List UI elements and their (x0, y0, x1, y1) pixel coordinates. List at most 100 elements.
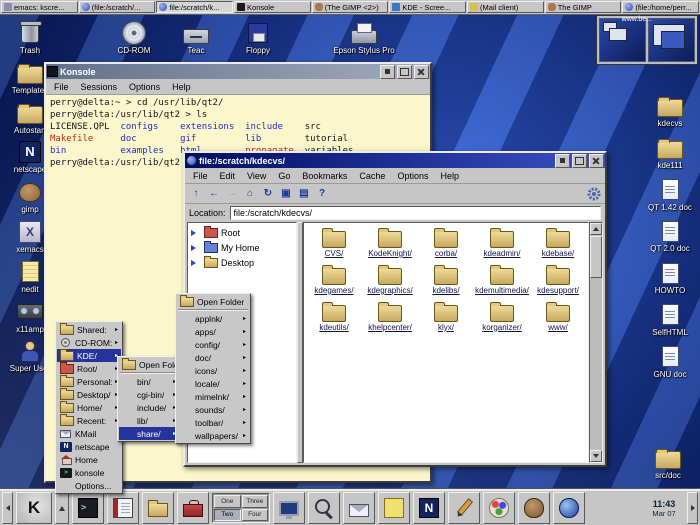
menu-item-toolbar[interactable]: toolbar/▸ (177, 416, 249, 429)
desktop-icon-qt-1-42-doc[interactable]: QT 1.42 doc (642, 178, 698, 213)
folder-www[interactable]: www/ (530, 305, 586, 333)
panel-hide-left-button[interactable] (2, 492, 13, 524)
menu-item-wallpapers[interactable]: wallpapers/▸ (177, 429, 249, 442)
taskbar-button-file-home-perr[interactable]: (file:/home/perr... (622, 1, 699, 13)
menu-item-locale[interactable]: locale/▸ (177, 377, 249, 390)
vertical-scrollbar[interactable] (589, 222, 603, 463)
menu-item-cd-rom[interactable]: CD-ROM:▸ (57, 336, 121, 349)
folder-kdelibs[interactable]: kdelibs/ (418, 268, 474, 296)
netscape-button[interactable] (413, 492, 445, 524)
menu-item-personal[interactable]: Personal:▸ (57, 375, 121, 388)
desktop-icon-howto[interactable]: HOWTO (642, 261, 698, 296)
menu-item-sounds[interactable]: sounds/▸ (177, 403, 249, 416)
menu-item-applnk[interactable]: applnk/▸ (177, 312, 249, 325)
pager-desktop-one[interactable]: One (214, 495, 241, 508)
konqueror-titlebar[interactable]: file:/scratch/kdecvs/ (185, 153, 605, 168)
display-button[interactable] (273, 492, 305, 524)
up-button[interactable]: ↑ (188, 186, 204, 201)
tree-item-my-home[interactable]: My Home (189, 240, 295, 255)
desktop-icon-selfhtml[interactable]: SelfHTML (642, 303, 698, 338)
help-button[interactable]: ? (314, 186, 330, 201)
konqueror-menu-bookmarks[interactable]: Bookmarks (296, 170, 353, 182)
folder-kdesupport[interactable]: kdesupport/ (530, 268, 586, 296)
menu-item-doc[interactable]: doc/▸ (177, 351, 249, 364)
konqueror-menu-edit[interactable]: Edit (214, 170, 242, 182)
desktop-icon-teac[interactable]: Teac (168, 21, 224, 56)
menu-item-konsole[interactable]: konsole (57, 466, 121, 479)
taskbar-button-file-scratch[interactable]: (file:/scratch/... (79, 1, 156, 13)
menu-item-cgi-bin[interactable]: cgi-bin/▸ (119, 388, 179, 401)
konsole-button[interactable] (72, 492, 104, 524)
scroll-down-button[interactable] (590, 450, 602, 462)
folder-kodeknight[interactable]: KodeKnight/ (362, 231, 418, 259)
taskbar-button-the-gimp[interactable]: The GIMP (545, 1, 622, 13)
taskbar-button-file-scratch-k[interactable]: file:/scratch/k... (156, 1, 233, 13)
folder-klyx[interactable]: klyx/ (418, 305, 474, 333)
konqueror-menu-cache[interactable]: Cache (353, 170, 391, 182)
desktop-icon-cd-rom[interactable]: CD-ROM (106, 21, 162, 56)
pager-desktop-two[interactable]: Two (214, 509, 241, 522)
knotes-button[interactable] (378, 492, 410, 524)
konqueror-menu-go[interactable]: Go (272, 170, 296, 182)
close-button[interactable] (414, 65, 429, 79)
konqueror-menu-options[interactable]: Options (391, 170, 434, 182)
menu-item-kde[interactable]: KDE/▸ (57, 349, 121, 362)
scrollbar-thumb[interactable] (590, 236, 602, 278)
menu-item-open-folder[interactable]: Open Folder (119, 358, 179, 371)
tree-item-root[interactable]: Root (189, 225, 295, 240)
pager-desktop-four[interactable]: Four (242, 509, 269, 522)
scroll-up-button[interactable] (590, 223, 602, 235)
back-button[interactable]: ← (206, 186, 222, 201)
folder-kdemultimedia[interactable]: kdemultimedia/ (474, 268, 530, 296)
kpager-desktop-thumb[interactable] (599, 18, 646, 62)
konqueror-menu-view[interactable]: View (241, 170, 272, 182)
reload-button[interactable]: ↻ (260, 186, 276, 201)
folder-kdebase[interactable]: kdebase/ (530, 231, 586, 259)
minimize-button[interactable] (380, 65, 395, 79)
tree-item-desktop[interactable]: Desktop (189, 255, 295, 270)
menu-item-bin[interactable]: bin/▸ (119, 375, 179, 388)
maximize-button[interactable] (572, 154, 587, 168)
folder-corba[interactable]: corba/ (418, 231, 474, 259)
menu-item-mimelnk[interactable]: mimelnk/▸ (177, 390, 249, 403)
menu-item-icons[interactable]: icons/▸ (177, 364, 249, 377)
menu-item-config[interactable]: config/▸ (177, 338, 249, 351)
menu-item-home[interactable]: Home/▸ (57, 401, 121, 414)
paste-button[interactable]: ▤ (296, 186, 312, 201)
desktop-icon-kdecvs[interactable]: kdecvs (642, 94, 698, 129)
taskbar-button-konsole[interactable]: Konsole (234, 1, 311, 13)
folder-kdeadmin[interactable]: kdeadmin/ (474, 231, 530, 259)
toolbox-button[interactable] (177, 492, 209, 524)
konsole-menu-help[interactable]: Help (166, 81, 197, 93)
menu-item-lib[interactable]: lib/▸ (119, 414, 179, 427)
menu-item-recent[interactable]: Recent:▸ (57, 414, 121, 427)
konqueror-menu-file[interactable]: File (187, 170, 214, 182)
menu-item-include[interactable]: include/▸ (119, 401, 179, 414)
konsole-menu-sessions[interactable]: Sessions (75, 81, 124, 93)
folder-kdeutils[interactable]: kdeutils/ (306, 305, 362, 333)
home-folder-button[interactable] (142, 492, 174, 524)
taskbar-button-mail-client[interactable]: (Mail client) (467, 1, 544, 13)
menu-item-root[interactable]: Root/▸ (57, 362, 121, 375)
folder-kdegraphics[interactable]: kdegraphics/ (362, 268, 418, 296)
forward-button[interactable]: → (224, 186, 240, 201)
konsole-menu-file[interactable]: File (48, 81, 75, 93)
konsole-titlebar[interactable]: Konsole (46, 64, 430, 79)
konsole-menu-options[interactable]: Options (123, 81, 166, 93)
minimize-button[interactable] (555, 154, 570, 168)
k-menu-button[interactable]: K (16, 492, 52, 524)
maximize-button[interactable] (397, 65, 412, 79)
folder-kdegames[interactable]: kdegames/ (306, 268, 362, 296)
desktop-icon-src-doc[interactable]: src/doc (640, 446, 696, 481)
folder-khelpcenter[interactable]: khelpcenter/ (362, 305, 418, 333)
kpaint-button[interactable] (483, 492, 515, 524)
desktop-icon-kde111[interactable]: kde111 (642, 136, 698, 171)
folder-korganizer[interactable]: korganizer/ (474, 305, 530, 333)
folder-cvs[interactable]: CVS/ (306, 231, 362, 259)
help-book-button[interactable] (107, 492, 139, 524)
globe-button[interactable] (553, 492, 585, 524)
desktop-icon-epson-stylus-pro[interactable]: Epson Stylus Pro (328, 21, 400, 56)
menu-item-open-folder[interactable]: Open Folder (177, 295, 249, 308)
desktop-icon-gnu-doc[interactable]: GNU doc (642, 345, 698, 380)
desktop-icon-trash[interactable]: Trash (2, 21, 58, 56)
